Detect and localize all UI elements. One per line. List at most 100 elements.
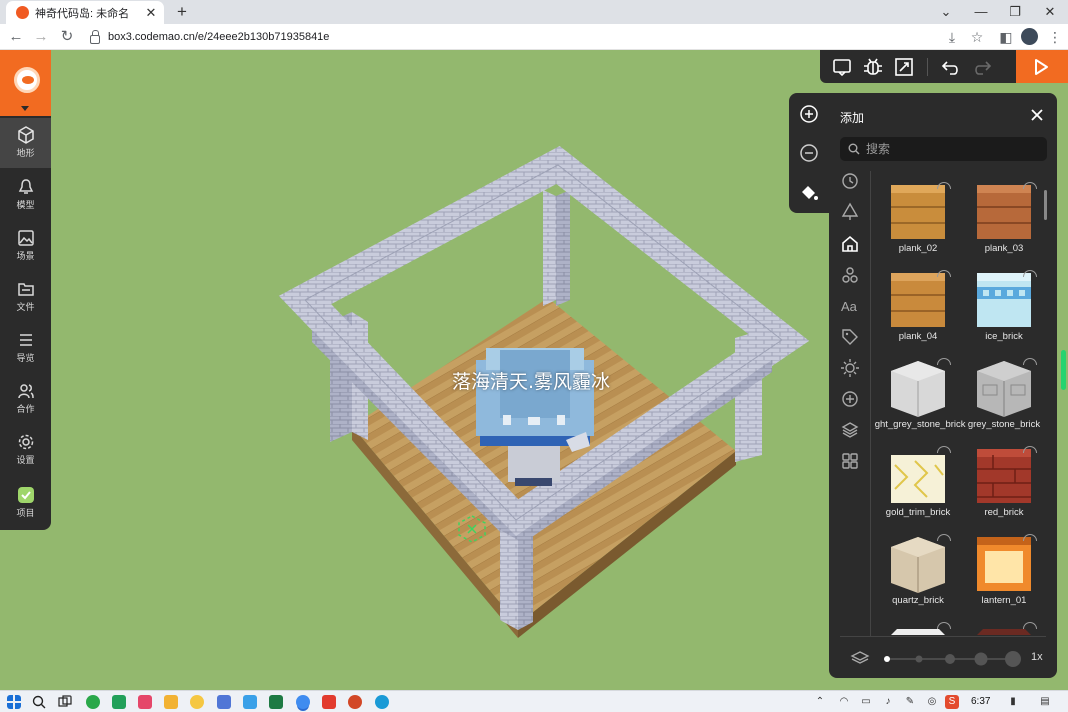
add-circle-icon[interactable] bbox=[840, 389, 860, 409]
run-button[interactable] bbox=[1016, 50, 1068, 83]
battery-icon[interactable]: ▭ bbox=[859, 695, 873, 709]
add-block-icon[interactable] bbox=[799, 104, 819, 124]
signal-icon[interactable]: ▮ bbox=[1006, 695, 1020, 709]
restore-button[interactable]: ❐ bbox=[1004, 2, 1026, 22]
shield-app-icon[interactable] bbox=[112, 695, 126, 709]
omnibox[interactable]: box3.codemao.cn/e/24eee2b130b71935841e bbox=[84, 26, 934, 48]
search-input[interactable] bbox=[866, 142, 1036, 156]
app-icon[interactable] bbox=[217, 695, 231, 709]
list-icon bbox=[19, 334, 32, 346]
debug-bug-icon[interactable] bbox=[862, 56, 884, 78]
block-item[interactable]: plank_04 bbox=[875, 265, 961, 353]
chat-icon[interactable] bbox=[831, 56, 853, 78]
app-icon[interactable] bbox=[138, 695, 152, 709]
sidebar-item-label: 场景 bbox=[16, 251, 35, 261]
layers-icon[interactable] bbox=[840, 420, 860, 440]
grid-apps-icon[interactable] bbox=[840, 451, 860, 471]
edge-icon[interactable] bbox=[375, 695, 389, 709]
notification-icon[interactable]: ▤ bbox=[1038, 695, 1052, 709]
sidebar-item-terrain[interactable]: 地形 bbox=[0, 118, 51, 168]
taskbar-clock[interactable]: 6:37 bbox=[971, 696, 990, 707]
paint-bucket-icon[interactable] bbox=[799, 183, 819, 203]
sidebar-item-collaborate[interactable]: 合作 bbox=[0, 374, 51, 424]
crosshair-marker-icon bbox=[458, 515, 486, 543]
bookmark-star-icon[interactable]: ☆ bbox=[967, 27, 987, 47]
tab-list-chevron-icon[interactable]: ⌄ bbox=[935, 2, 957, 22]
fullscreen-icon[interactable] bbox=[893, 56, 915, 78]
close-icon[interactable] bbox=[1029, 107, 1045, 123]
app-tray-icon[interactable]: S bbox=[945, 695, 959, 709]
back-button[interactable]: ← bbox=[6, 27, 26, 47]
remove-block-icon[interactable] bbox=[799, 143, 819, 163]
recent-clock-icon[interactable] bbox=[840, 171, 860, 191]
browser-tab[interactable]: 神奇代码岛: 未命名 ✕ bbox=[6, 1, 164, 24]
app-icon[interactable] bbox=[190, 695, 204, 709]
block-item[interactable]: grey_stone_brick bbox=[961, 353, 1047, 441]
volume-icon[interactable]: ♪ bbox=[881, 695, 895, 709]
block-item[interactable]: plank_02 bbox=[875, 177, 961, 265]
codemao-logo[interactable] bbox=[0, 50, 51, 116]
reload-button[interactable]: ↻ bbox=[57, 27, 77, 47]
rotate-icon bbox=[1023, 622, 1037, 629]
pillar-front bbox=[500, 530, 518, 630]
window-close-button[interactable]: ✕ bbox=[1039, 2, 1061, 22]
sidebar-item-model[interactable]: 模型 bbox=[0, 170, 51, 220]
site-favicon-icon bbox=[16, 6, 29, 19]
rotate-icon bbox=[1023, 446, 1037, 453]
pen-icon[interactable]: ✎ bbox=[903, 695, 917, 709]
sidebar-item-navigator[interactable]: 导览 bbox=[0, 323, 51, 373]
block-item[interactable]: red_brick bbox=[961, 441, 1047, 529]
redo-icon[interactable] bbox=[971, 56, 993, 78]
tab-close-icon[interactable]: ✕ bbox=[144, 5, 158, 21]
block-item[interactable]: gold_trim_brick bbox=[875, 441, 961, 529]
side-panel-icon[interactable]: ◧ bbox=[996, 27, 1016, 47]
powerpoint-icon[interactable] bbox=[348, 695, 362, 709]
category-column: Aa bbox=[837, 171, 871, 636]
search-icon[interactable] bbox=[32, 695, 46, 709]
block-item[interactable] bbox=[961, 617, 1047, 637]
panel-scrollbar[interactable] bbox=[1044, 190, 1047, 220]
shapes-icon[interactable] bbox=[840, 265, 860, 285]
sidebar-item-scene[interactable]: 场景 bbox=[0, 221, 51, 271]
light-sun-icon[interactable] bbox=[840, 358, 860, 378]
sidebar-item-project[interactable]: 项目 bbox=[0, 478, 51, 528]
block-item[interactable]: light_grey_stone_brick bbox=[875, 353, 966, 441]
block-item[interactable]: lantern_01 bbox=[961, 529, 1047, 617]
block-item[interactable] bbox=[875, 617, 961, 637]
os-taskbar: ⌃ ◠ ▭ ♪ ✎ ◎ S 6:37 ▮ ▤ bbox=[0, 690, 1068, 712]
app-icon[interactable] bbox=[322, 695, 336, 709]
pillar-back-face bbox=[556, 190, 570, 306]
chrome-icon[interactable] bbox=[296, 695, 310, 709]
search-box[interactable] bbox=[840, 137, 1047, 161]
block-item[interactable]: quartz_brick bbox=[875, 529, 961, 617]
block-item[interactable]: ice_brick bbox=[961, 265, 1047, 353]
scene-overlay-label: 落海清天.雾风霾冰 bbox=[452, 371, 611, 393]
excel-icon[interactable] bbox=[269, 695, 283, 709]
forward-button[interactable]: → bbox=[31, 27, 51, 47]
app-icon[interactable] bbox=[86, 695, 100, 709]
sidebar-item-settings[interactable]: 设置 bbox=[0, 425, 51, 475]
tray-chevron-up-icon[interactable]: ⌃ bbox=[813, 695, 827, 709]
profile-avatar[interactable] bbox=[1021, 28, 1038, 45]
ime-icon[interactable]: ◎ bbox=[925, 695, 939, 709]
tag-icon[interactable] bbox=[840, 327, 860, 347]
task-view-icon[interactable] bbox=[58, 695, 72, 709]
sidebar-item-label: 导览 bbox=[16, 353, 35, 363]
tree-icon[interactable] bbox=[840, 202, 860, 222]
sidebar-item-label: 合作 bbox=[16, 404, 35, 414]
minimize-button[interactable]: — bbox=[970, 2, 992, 22]
folder-icon[interactable] bbox=[164, 695, 178, 709]
install-app-icon[interactable]: ⤓ bbox=[942, 27, 962, 47]
home-icon[interactable] bbox=[840, 234, 860, 254]
undo-icon[interactable] bbox=[940, 56, 962, 78]
text-aa-icon[interactable]: Aa bbox=[840, 296, 860, 316]
windows-start-icon[interactable] bbox=[7, 695, 21, 709]
block-item[interactable]: plank_03 bbox=[961, 177, 1047, 265]
rotate-icon bbox=[937, 534, 951, 541]
sidebar-item-files[interactable]: 文件 bbox=[0, 272, 51, 322]
app-icon[interactable] bbox=[243, 695, 257, 709]
browser-menu-icon[interactable]: ⋮ bbox=[1045, 27, 1065, 47]
brush-size-slider[interactable] bbox=[879, 649, 1029, 669]
new-tab-button[interactable]: + bbox=[172, 2, 192, 22]
wifi-icon[interactable]: ◠ bbox=[837, 695, 851, 709]
